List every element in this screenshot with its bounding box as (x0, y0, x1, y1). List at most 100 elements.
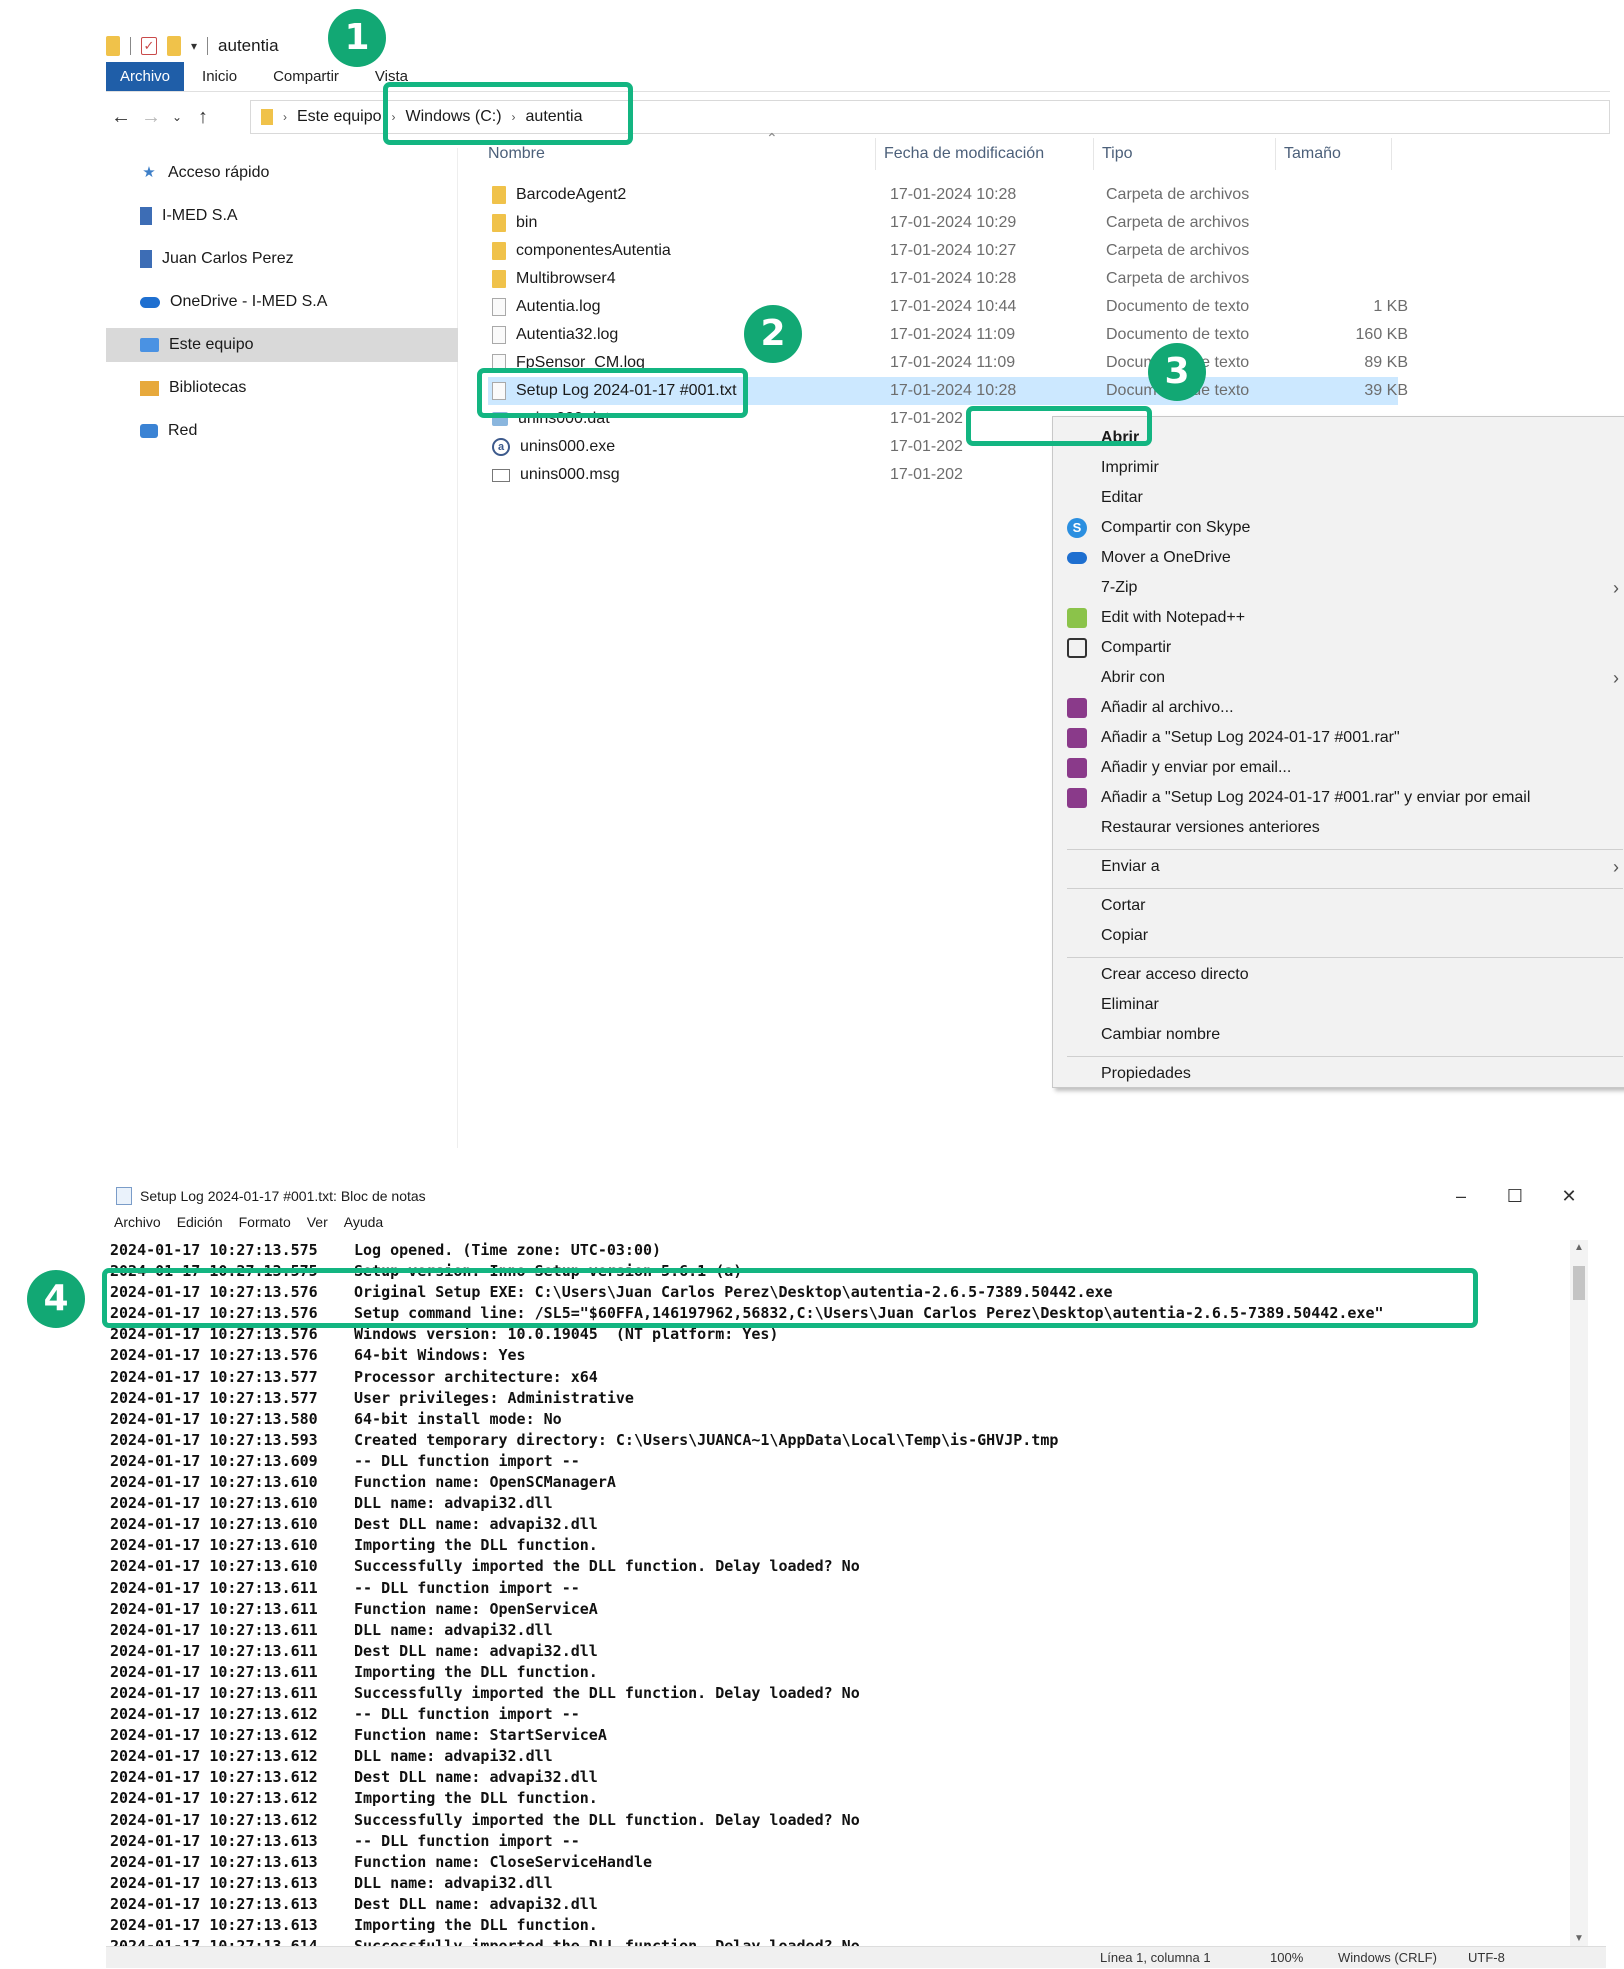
file-row[interactable]: Autentia32.log 17-01-2024 11:09 Document… (488, 321, 1408, 349)
folder-icon[interactable] (106, 36, 120, 56)
customize-dropdown-icon[interactable]: ▾ (191, 39, 197, 53)
log-timestamp: 2024-01-17 10:27:13.611 (110, 1578, 318, 1597)
menu-item-editar[interactable]: Editar (1053, 483, 1624, 513)
file-date: 17-01-2024 11:09 (890, 326, 1016, 343)
maximize-button[interactable]: ☐ (1488, 1178, 1542, 1214)
log-message: Function name: OpenSCManagerA (354, 1473, 616, 1492)
menu-divider (1067, 888, 1623, 889)
sidebar-item-red[interactable]: Red (106, 414, 458, 448)
file-row[interactable]: componentesAutentia 17-01-2024 10:27 Car… (488, 237, 1398, 265)
sidebar-item-acceso-rapido[interactable]: ★ Acceso rápido (106, 156, 458, 190)
menu-item-7zip[interactable]: 7-Zip › (1053, 573, 1624, 603)
menu-item-compartir[interactable]: Compartir (1053, 633, 1624, 663)
menu-archivo[interactable]: Archivo (114, 1214, 161, 1240)
log-timestamp: 2024-01-17 10:27:13.613 (110, 1852, 318, 1871)
folder-icon (492, 270, 506, 288)
log-timestamp: 2024-01-17 10:27:13.612 (110, 1705, 318, 1724)
sidebar-item-label: I-MED S.A (162, 207, 238, 224)
menu-item-cambiar-nombre[interactable]: Cambiar nombre (1053, 1020, 1624, 1050)
log-message: Function name: OpenServiceA (354, 1599, 598, 1618)
log-message: Dest DLL name: advapi32.dll (354, 1768, 598, 1787)
menu-item-cortar[interactable]: Cortar (1053, 891, 1624, 921)
step-marker-4: 4 (27, 1270, 85, 1328)
toolbar-divider (130, 37, 131, 55)
tab-archivo[interactable]: Archivo (106, 62, 185, 91)
close-button[interactable]: ✕ (1542, 1178, 1596, 1214)
menu-item-abrir-con[interactable]: Abrir con › (1053, 663, 1624, 693)
recent-locations-icon[interactable]: ⌄ (166, 110, 188, 124)
back-arrow-icon[interactable]: ← (106, 106, 136, 129)
file-row[interactable]: bin 17-01-2024 10:29 Carpeta de archivos (488, 209, 1398, 237)
tab-inicio[interactable]: Inicio (184, 62, 255, 91)
menu-item-anadir-archivo[interactable]: Añadir al archivo... (1053, 693, 1624, 723)
notepadpp-icon (1067, 608, 1087, 628)
column-header-fecha[interactable]: Fecha de modificación (876, 138, 1094, 170)
scroll-down-icon[interactable]: ▼ (1570, 1933, 1588, 1944)
log-timestamp: 2024-01-17 10:27:13.613 (110, 1894, 318, 1913)
file-row[interactable]: BarcodeAgent2 17-01-2024 10:28 Carpeta d… (488, 181, 1398, 209)
scrollbar-thumb[interactable] (1573, 1266, 1585, 1300)
log-message: 64-bit install mode: No (354, 1409, 562, 1428)
scroll-up-icon[interactable]: ▲ (1570, 1242, 1588, 1253)
text-editor-area[interactable]: 2024-01-17 10:27:13.575 Log opened. (Time… (110, 1240, 1586, 1946)
menu-item-anadir-rar[interactable]: Añadir a "Setup Log 2024-01-17 #001.rar" (1053, 723, 1624, 753)
notepad-menu-bar: Archivo Edición Formato Ver Ayuda (106, 1214, 383, 1240)
sidebar-item-bibliotecas[interactable]: Bibliotecas (106, 371, 458, 405)
log-line: 2024-01-17 10:27:13.610 Function name: Op… (110, 1472, 1586, 1493)
menu-item-mover-onedrive[interactable]: Mover a OneDrive (1053, 543, 1624, 573)
menu-item-imprimir[interactable]: Imprimir (1053, 453, 1624, 483)
log-line: 2024-01-17 10:27:13.610 Dest DLL name: ad… (110, 1514, 1586, 1535)
file-row[interactable]: Multibrowser4 17-01-2024 10:28 Carpeta d… (488, 265, 1398, 293)
menu-item-crear-acceso[interactable]: Crear acceso directo (1053, 960, 1624, 990)
menu-item-compartir-skype[interactable]: S Compartir con Skype (1053, 513, 1624, 543)
menu-item-notepadpp[interactable]: Edit with Notepad++ (1053, 603, 1624, 633)
sidebar-item-juan-carlos[interactable]: Juan Carlos Perez (106, 242, 458, 276)
menu-ayuda[interactable]: Ayuda (344, 1214, 383, 1240)
column-header-tipo[interactable]: Tipo (1094, 138, 1276, 170)
menu-item-restaurar[interactable]: Restaurar versiones anteriores (1053, 813, 1624, 843)
log-line: 2024-01-17 10:27:13.613 -- DLL function i… (110, 1831, 1586, 1852)
log-message: -- DLL function import -- (354, 1705, 580, 1724)
log-message: Importing the DLL function. (354, 1789, 598, 1808)
sidebar-item-onedrive[interactable]: OneDrive - I-MED S.A (106, 285, 458, 319)
log-timestamp: 2024-01-17 10:27:13.611 (110, 1683, 318, 1702)
winrar-icon (1067, 698, 1087, 718)
column-header-tamano[interactable]: Tamaño (1276, 138, 1392, 170)
chevron-right-icon: › (1613, 667, 1619, 688)
menu-item-propiedades[interactable]: Propiedades (1053, 1059, 1624, 1089)
sidebar-item-este-equipo[interactable]: Este equipo (106, 328, 458, 362)
document-icon (492, 326, 506, 344)
menu-item-anadir-rar-email[interactable]: Añadir a "Setup Log 2024-01-17 #001.rar"… (1053, 783, 1624, 813)
log-line: 2024-01-17 10:27:13.613 Dest DLL name: ad… (110, 1894, 1586, 1915)
status-bar: Línea 1, columna 1 100% Windows (CRLF) U… (106, 1946, 1606, 1968)
new-folder-icon[interactable] (167, 36, 181, 56)
minimize-button[interactable]: – (1434, 1178, 1488, 1214)
cloud-icon (140, 296, 160, 308)
log-message: Importing the DLL function. (354, 1916, 598, 1934)
menu-ver[interactable]: Ver (307, 1214, 328, 1240)
menu-formato[interactable]: Formato (239, 1214, 291, 1240)
window-title: autentia (218, 36, 279, 55)
log-message: -- DLL function import -- (354, 1831, 580, 1850)
menu-item-copiar[interactable]: Copiar (1053, 921, 1624, 951)
menu-item-eliminar[interactable]: Eliminar (1053, 990, 1624, 1020)
properties-icon[interactable]: ✓ (141, 37, 157, 55)
log-timestamp: 2024-01-17 10:27:13.576 (110, 1346, 318, 1365)
breadcrumb-este-equipo[interactable]: Este equipo (297, 108, 382, 126)
forward-arrow-icon[interactable]: → (136, 106, 166, 129)
highlight-original-setup-lines (102, 1268, 1478, 1328)
log-message: Created temporary directory: C:\Users\JU… (354, 1430, 1059, 1449)
up-arrow-icon[interactable]: ↑ (188, 106, 218, 129)
log-message: Processor architecture: x64 (354, 1367, 598, 1386)
menu-item-anadir-email[interactable]: Añadir y enviar por email... (1053, 753, 1624, 783)
menu-edicion[interactable]: Edición (177, 1214, 223, 1240)
file-type: Carpeta de archivos (1106, 186, 1250, 203)
sidebar-item-imed[interactable]: I-MED S.A (106, 199, 458, 233)
menu-item-enviar-a[interactable]: Enviar a › (1053, 852, 1624, 882)
star-icon: ★ (142, 164, 156, 181)
chevron-right-icon[interactable]: › (283, 110, 287, 124)
log-message: 64-bit Windows: Yes (354, 1346, 526, 1365)
vertical-scrollbar[interactable]: ▲ ▼ (1570, 1240, 1588, 1946)
tab-compartir[interactable]: Compartir (255, 62, 357, 91)
file-row[interactable]: Autentia.log 17-01-2024 10:44 Documento … (488, 293, 1408, 321)
